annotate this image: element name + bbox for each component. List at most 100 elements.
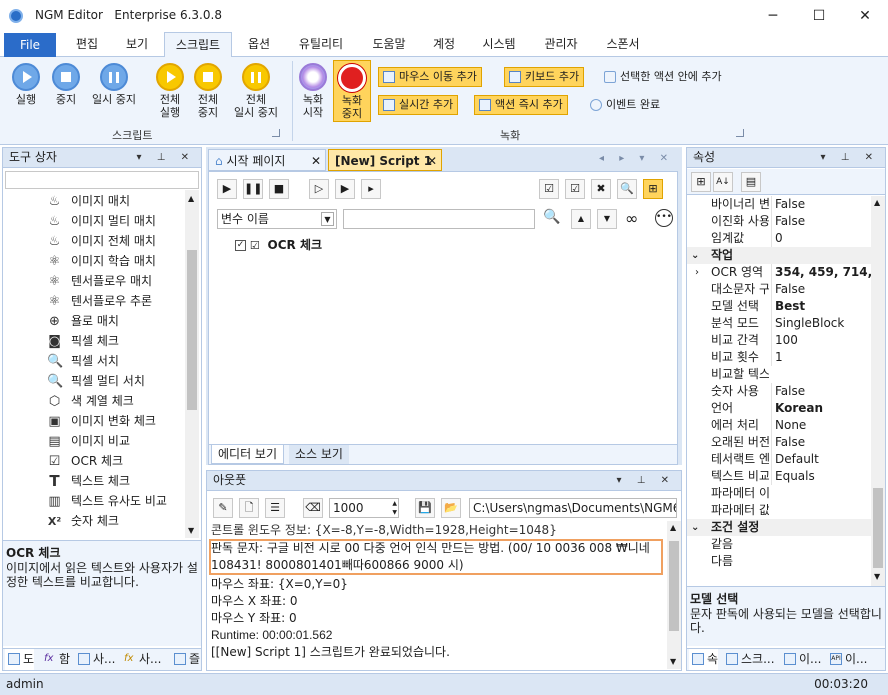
property-value[interactable]: Equals bbox=[771, 468, 871, 485]
property-row[interactable]: 오래된 버전 False bbox=[687, 434, 871, 451]
pause-button[interactable]: 일시 중지 bbox=[86, 63, 142, 106]
property-row[interactable]: 이진화 사용 False bbox=[687, 213, 871, 230]
property-category[interactable]: ⌄ 조건 설정 bbox=[687, 519, 871, 536]
minimize-button[interactable]: ─ bbox=[750, 0, 796, 32]
loop-icon[interactable]: ∞ bbox=[625, 209, 638, 228]
list-item[interactable]: ▥ 텍스트 유사도 비교 bbox=[3, 491, 179, 511]
tab-start-page[interactable]: ⌂ 시작 페이지 ✕ bbox=[208, 149, 326, 171]
play-icon[interactable]: ▶ bbox=[217, 179, 237, 199]
tab-help[interactable]: 도움말 bbox=[362, 32, 416, 57]
property-row[interactable]: 분석 모드 SingleBlock bbox=[687, 315, 871, 332]
clear-icon[interactable]: ✎ bbox=[213, 498, 233, 518]
event-done-button[interactable]: 이벤트 완료 bbox=[588, 95, 660, 115]
toolbox-scroll-thumb[interactable] bbox=[187, 250, 197, 410]
property-row[interactable]: 텍스트 비교 Equals bbox=[687, 468, 871, 485]
close-tab-icon[interactable]: ✕ bbox=[311, 150, 321, 172]
list-item[interactable]: ♨ 이미지 멀티 매치 bbox=[3, 211, 179, 231]
property-value[interactable]: False bbox=[771, 213, 871, 230]
stepper-arrows-icon[interactable]: ▲ ▼ bbox=[392, 499, 397, 517]
new-doc-icon[interactable]: 🗋 bbox=[239, 498, 259, 518]
chevron-down-icon[interactable]: ▼ bbox=[321, 212, 334, 226]
list-item[interactable]: ☑ OCR 체크 bbox=[3, 451, 179, 471]
tree-node-ocr-check[interactable]: ✓ ☑ OCR 체크 bbox=[235, 236, 322, 254]
list-item[interactable]: ⚛ 텐서플로우 매치 bbox=[3, 271, 179, 291]
tab-source-view[interactable]: 소스 보기 bbox=[289, 445, 349, 464]
check-icon[interactable]: ☑ bbox=[565, 179, 585, 199]
property-value[interactable]: False bbox=[771, 383, 871, 400]
tab-nav-icon[interactable]: ◂ ▸ ▾ ✕ bbox=[599, 153, 674, 164]
step-run-icon[interactable]: ▷ bbox=[309, 179, 329, 199]
list-item[interactable]: ◙ 픽셀 체크 bbox=[3, 331, 179, 351]
tab-sponsor[interactable]: 스폰서 bbox=[598, 32, 648, 57]
run-block-icon[interactable]: ▶ bbox=[335, 179, 355, 199]
property-row[interactable]: 숫자 사용 False bbox=[687, 383, 871, 400]
pane-controls-icon[interactable]: ▾ ⊥ ✕ bbox=[137, 148, 195, 167]
variable-value-input[interactable] bbox=[343, 209, 535, 229]
file-menu[interactable]: File bbox=[4, 33, 56, 57]
list-icon[interactable]: ☰ bbox=[265, 498, 285, 518]
list-item[interactable]: X² 숫자 체크 bbox=[3, 511, 179, 531]
maximize-button[interactable]: ☐ bbox=[796, 0, 842, 32]
property-row[interactable]: 테서랙트 엔 Default bbox=[687, 451, 871, 468]
tab-options[interactable]: 옵션 bbox=[236, 32, 282, 57]
property-value[interactable]: None bbox=[771, 417, 871, 434]
property-value[interactable]: Default bbox=[771, 451, 871, 468]
property-row[interactable]: 파라메터 이 bbox=[687, 485, 871, 502]
tree-view-icon[interactable]: ⊞ bbox=[643, 179, 663, 199]
close-tab-icon[interactable]: ✕ bbox=[427, 150, 437, 172]
scroll-up-icon[interactable]: ▲ bbox=[670, 523, 676, 532]
tab-functions[interactable]: fx 함 bbox=[41, 649, 70, 670]
tab-view[interactable]: 보기 bbox=[112, 32, 162, 57]
delete-icon[interactable]: ✖ bbox=[591, 179, 611, 199]
tab-utility[interactable]: 유틸리티 bbox=[288, 32, 354, 57]
pause-icon[interactable]: ❚❚ bbox=[243, 179, 263, 199]
scroll-down-icon[interactable]: ▼ bbox=[188, 526, 194, 535]
list-item[interactable]: T 텍스트 체크 bbox=[3, 471, 179, 491]
search-icon[interactable]: 🔍 bbox=[543, 209, 560, 225]
tab-images[interactable]: 이... bbox=[781, 649, 821, 670]
run-selected-icon[interactable]: ▸ bbox=[361, 179, 381, 199]
scroll-up-icon[interactable]: ▲ bbox=[874, 198, 880, 207]
property-pages-icon[interactable]: ▤ bbox=[741, 172, 761, 192]
property-value[interactable]: 100 bbox=[771, 332, 871, 349]
tab-properties[interactable]: 속 bbox=[689, 649, 719, 670]
property-row[interactable]: 비교할 텍스 bbox=[687, 366, 871, 383]
script-group-expand-icon[interactable] bbox=[272, 129, 280, 137]
property-value[interactable]: False bbox=[771, 281, 871, 298]
record-start-button[interactable]: 녹화 시작 bbox=[296, 63, 330, 119]
property-row[interactable]: 모델 선택 Best bbox=[687, 298, 871, 315]
output-scrollbar[interactable]: ▲ ▼ bbox=[667, 521, 681, 669]
tab-favorites[interactable]: 즐 bbox=[171, 649, 200, 670]
property-value[interactable]: SingleBlock bbox=[771, 315, 871, 332]
property-value[interactable]: 0 bbox=[771, 230, 871, 247]
check-all-icon[interactable]: ☑ bbox=[539, 179, 559, 199]
node-checkbox[interactable]: ✓ bbox=[235, 240, 246, 251]
search-icon[interactable]: 🔍 bbox=[617, 179, 637, 199]
list-item[interactable]: ⬡ 색 계열 체크 bbox=[3, 391, 179, 411]
tab-api[interactable]: API 이... bbox=[827, 649, 867, 670]
record-stop-button[interactable]: 녹화 중지 bbox=[333, 60, 371, 122]
collapse-icon[interactable]: ⌄ bbox=[691, 247, 699, 264]
categorized-icon[interactable]: ⊞ bbox=[691, 172, 711, 192]
pane-controls-icon[interactable]: ▾ ⊥ ✕ bbox=[821, 148, 879, 167]
list-item[interactable]: ⊕ 욜로 매치 bbox=[3, 311, 179, 331]
save-icon[interactable]: 💾 bbox=[415, 498, 435, 518]
list-item[interactable]: ⚛ 텐서플로우 추론 bbox=[3, 291, 179, 311]
tab-user-1[interactable]: 사... bbox=[75, 649, 115, 670]
scroll-up-icon[interactable]: ▲ bbox=[188, 194, 194, 203]
scroll-down-icon[interactable]: ▼ bbox=[874, 572, 880, 581]
tab-script-list[interactable]: 스크... bbox=[723, 649, 775, 670]
property-value[interactable]: False bbox=[771, 434, 871, 451]
add-action-now-button[interactable]: 액션 즉시 추가 bbox=[474, 95, 568, 115]
tab-toolbox[interactable]: 도 bbox=[5, 649, 35, 670]
property-row[interactable]: 파라메터 값 bbox=[687, 502, 871, 519]
list-item[interactable]: ⚛ 이미지 학습 매치 bbox=[3, 251, 179, 271]
properties-scrollbar[interactable]: ▲ ▼ bbox=[871, 196, 885, 586]
add-in-selected-action-button[interactable]: 선택한 액션 안에 추가 bbox=[602, 67, 722, 87]
list-item[interactable]: ♨ 이미지 전체 매치 bbox=[3, 231, 179, 251]
property-row[interactable]: 임계값 0 bbox=[687, 230, 871, 247]
stop-icon[interactable]: ■ bbox=[269, 179, 289, 199]
eraser-icon[interactable]: ⌫ bbox=[303, 498, 323, 518]
expand-icon[interactable]: › bbox=[695, 264, 699, 281]
tab-script[interactable]: 스크립트 bbox=[164, 32, 232, 58]
